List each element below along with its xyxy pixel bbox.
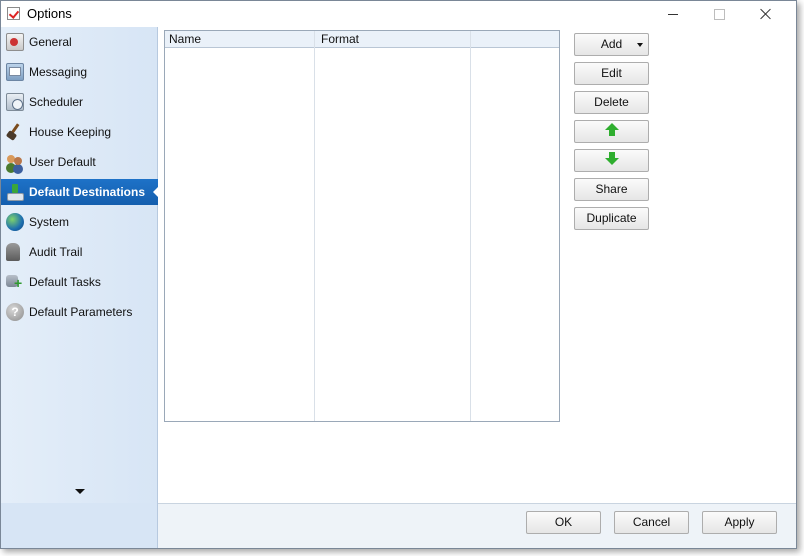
messaging-icon (6, 63, 24, 81)
move-up-button[interactable] (574, 120, 649, 143)
column-header-format[interactable]: Format (317, 31, 471, 48)
dialog-footer (158, 503, 796, 548)
sidebar-item-label: User Default (29, 155, 96, 169)
sidebar-item-house-keeping[interactable]: House Keeping (1, 119, 158, 145)
sidebar-item-system[interactable]: System (1, 209, 158, 235)
sidebar-item-label: Audit Trail (29, 245, 83, 259)
chevron-down-icon (637, 43, 643, 47)
column-divider (470, 31, 471, 421)
list-header: Name Format (165, 31, 559, 48)
destinations-list[interactable]: Name Format (164, 30, 560, 422)
edit-button-label: Edit (601, 66, 622, 80)
column-divider (314, 31, 315, 421)
sidebar-item-label: General (29, 35, 72, 49)
sidebar-item-scheduler[interactable]: Scheduler (1, 89, 158, 115)
window-title: Options (27, 6, 72, 21)
share-button[interactable]: Share (574, 178, 649, 201)
arrow-down-icon (604, 152, 619, 166)
sidebar-item-label: Messaging (29, 65, 88, 79)
sidebar-item-label: House Keeping (29, 125, 112, 139)
add-button[interactable]: Add (574, 33, 649, 56)
add-button-label: Add (600, 37, 623, 51)
options-sidebar: General Messaging Scheduler House Keepin… (1, 27, 159, 503)
title-bar: Options (1, 1, 796, 27)
minimize-icon[interactable] (651, 1, 696, 27)
sidebar-item-default-parameters[interactable]: ? Default Parameters (1, 299, 158, 325)
duplicate-button-label: Duplicate (586, 211, 637, 225)
sidebar-item-label: Default Tasks (29, 275, 101, 289)
sidebar-item-label: Default Destinations (29, 185, 146, 199)
duplicate-button[interactable]: Duplicate (574, 207, 649, 230)
audit-icon (6, 243, 20, 261)
destination-icon (6, 183, 24, 201)
sidebar-item-label: Scheduler (29, 95, 84, 109)
sidebar-item-user-default[interactable]: User Default (1, 149, 158, 175)
sidebar-item-label: System (29, 215, 70, 229)
maximize-icon[interactable] (697, 1, 742, 27)
edit-button[interactable]: Edit (574, 62, 649, 85)
sidebar-item-label: Default Parameters (29, 305, 133, 319)
options-window: Options General Messaging Scheduler Hous… (0, 0, 797, 549)
sidebar-item-audit-trail[interactable]: Audit Trail (1, 239, 158, 265)
general-icon (6, 33, 24, 51)
scheduler-icon (6, 93, 24, 111)
sidebar-footer (1, 503, 158, 548)
apply-button-label: Apply (724, 515, 755, 529)
help-icon: ? (6, 303, 24, 321)
sidebar-item-messaging[interactable]: Messaging (1, 59, 158, 85)
close-icon[interactable] (743, 1, 788, 27)
app-icon (7, 7, 20, 20)
delete-button[interactable]: Delete (574, 91, 649, 114)
users-icon (6, 153, 24, 171)
sidebar-item-default-destinations[interactable]: Default Destinations (1, 179, 159, 205)
globe-icon (6, 213, 24, 231)
move-down-button[interactable] (574, 149, 649, 172)
ok-button-label: OK (554, 515, 573, 529)
scroll-down-icon[interactable] (75, 489, 85, 494)
broom-icon (6, 123, 24, 141)
share-button-label: Share (595, 182, 628, 196)
delete-button-label: Delete (594, 95, 629, 109)
cancel-button[interactable]: Cancel (614, 511, 689, 534)
apply-button[interactable]: Apply (702, 511, 777, 534)
ok-button[interactable]: OK (526, 511, 601, 534)
sidebar-item-default-tasks[interactable]: Default Tasks (1, 269, 158, 295)
tasks-icon (6, 273, 24, 291)
sidebar-item-general[interactable]: General (1, 29, 158, 55)
cancel-button-label: Cancel (632, 515, 671, 529)
arrow-up-icon (604, 123, 619, 137)
column-header-name[interactable]: Name (165, 31, 315, 48)
